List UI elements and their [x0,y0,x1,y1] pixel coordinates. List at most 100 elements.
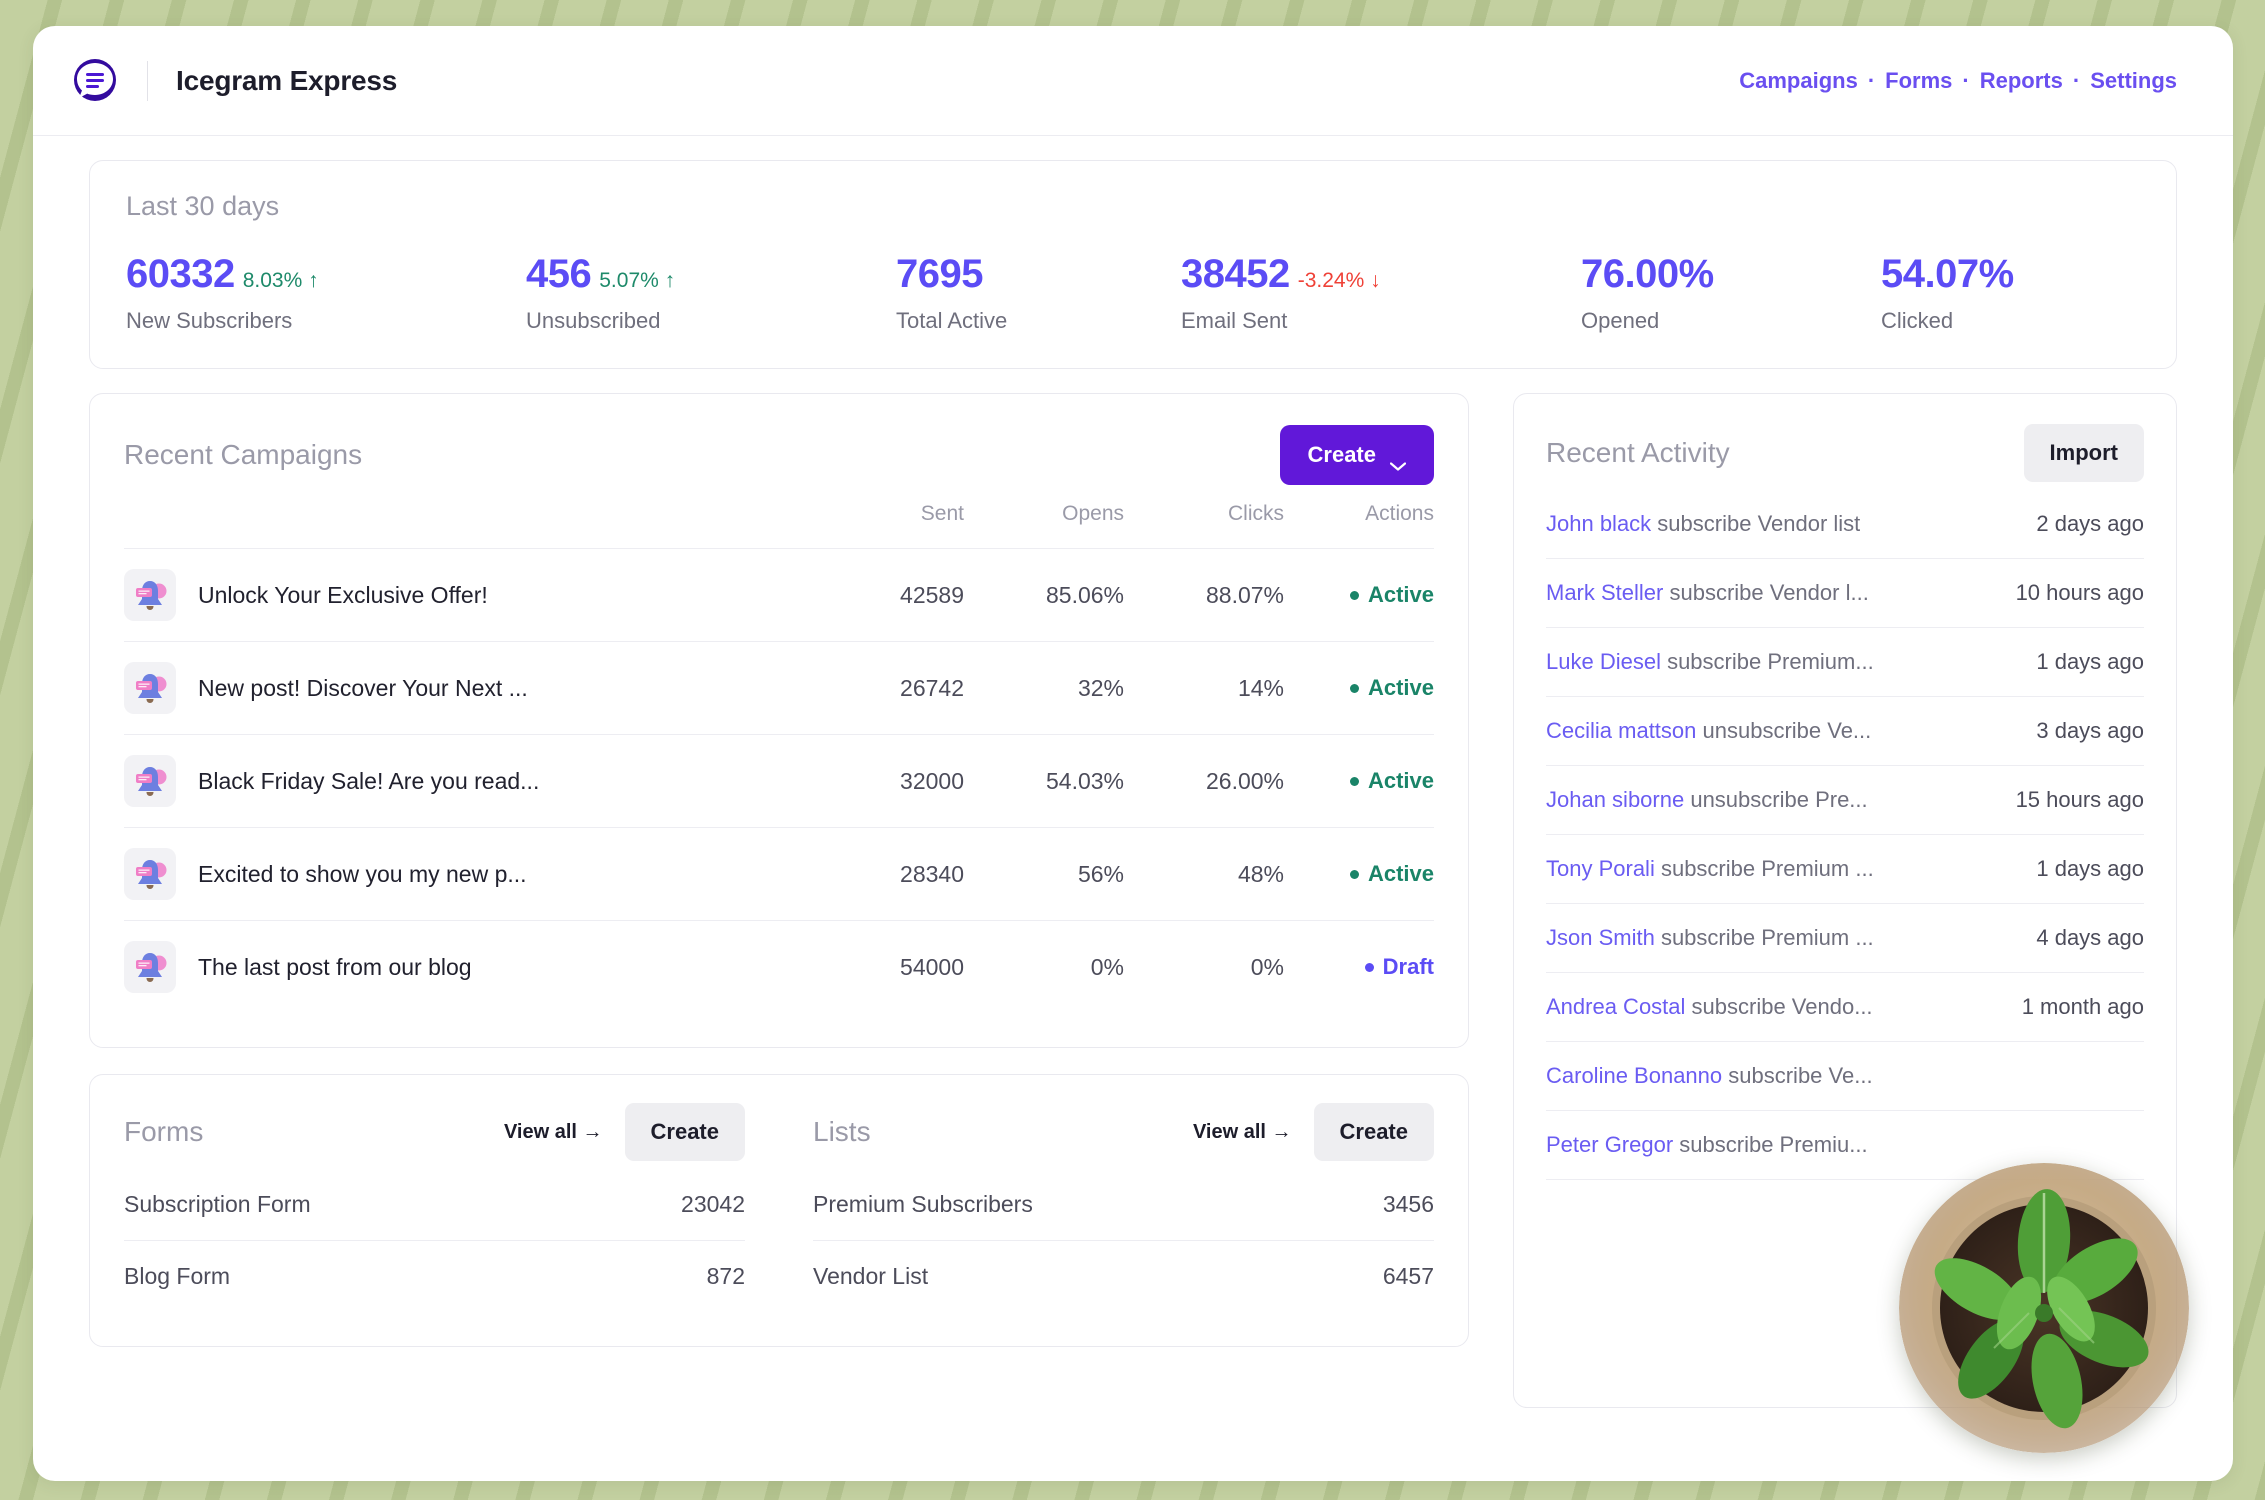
table-row[interactable]: New post! Discover Your Next ... 26742 32%… [124,641,1434,735]
activity-description: Json Smith subscribe Premium ... [1546,925,1874,951]
forms-lists-panel: Forms View all → Create Subscription For… [89,1074,1469,1347]
activity-timestamp: 1 days ago [2036,649,2144,674]
list-item[interactable]: Premium Subscribers 3456 [813,1169,1434,1241]
activity-item[interactable]: Andrea Costal subscribe Vendo... 1 month … [1546,973,2144,1042]
campaign-sent: 54000 [794,920,964,1013]
campaign-name-cell: The last post from our blog [124,920,794,1013]
bell-notification-icon [124,941,176,993]
list-item[interactable]: Vendor List 6457 [813,1241,1434,1312]
arrow-up-icon: ↑ [664,269,676,292]
stat-value: 7695 [896,252,983,296]
stat-value: 456 [526,252,592,296]
activity-action-text: subscribe Premium... [1660,649,1874,674]
status-label: Active [1367,675,1434,700]
list-item[interactable]: Subscription Form 23042 [124,1169,745,1241]
table-row[interactable]: The last post from our blog 54000 0% 0% Draf… [124,920,1434,1013]
status-badge: Active [1349,861,1434,887]
activity-description: Caroline Bonanno subscribe Ve... [1546,1063,1873,1089]
chevron-down-icon [1389,451,1407,471]
activity-action-text: unsubscribe Pre... [1684,787,1868,812]
campaign-clicks: 48% [1124,827,1284,921]
activity-item[interactable]: John black subscribe Vendor list 2 days a… [1546,490,2144,559]
col-header-name [124,488,794,549]
activity-timestamp: 15 hours ago [2015,787,2144,812]
list-item[interactable]: Blog Form 872 [124,1241,745,1312]
list-name: Premium Subscribers [813,1191,1033,1217]
table-row[interactable]: Black Friday Sale! Are you read... 32000 5… [124,734,1434,828]
lists-block: Lists View all → Create Premium Subscrib… [779,1101,1434,1312]
campaigns-header: Recent Campaigns Create [124,422,1434,488]
activity-user-link[interactable]: Mark Steller [1546,580,1663,605]
nav-link-forms[interactable]: Forms [1885,68,1952,94]
activity-user-link[interactable]: Peter Gregor [1546,1132,1673,1157]
activity-action-text: subscribe Premium ... [1654,925,1874,950]
stat-total-active: 7695 Total Active [896,252,1181,334]
activity-description: Andrea Costal subscribe Vendo... [1546,994,1873,1020]
table-row[interactable]: Unlock Your Exclusive Offer! 42589 85.06% 8… [124,548,1434,642]
top-bar: Icegram Express Campaigns · Forms · Repo… [33,26,2233,136]
arrow-up-icon: ↑ [308,269,319,292]
list-count: 6457 [1382,1263,1434,1289]
activity-item[interactable]: Tony Porali subscribe Premium ... 1 days … [1546,835,2144,904]
activity-description: Johan siborne unsubscribe Pre... [1546,787,1868,813]
app-title: Icegram Express [176,64,398,96]
list-name: Vendor List [813,1263,929,1289]
activity-timestamp: 3 days ago [2036,718,2144,743]
form-count: 872 [706,1263,745,1289]
activity-item[interactable]: Johan siborne unsubscribe Pre... 15 hours… [1546,766,2144,835]
activity-user-link[interactable]: Cecilia mattson [1546,718,1696,743]
campaign-actions-cell: Active [1284,827,1434,921]
campaign-name-cell: Unlock Your Exclusive Offer! [124,548,794,642]
recent-campaigns-panel: Recent Campaigns Create Sent Opens Click… [89,393,1469,1048]
campaign-name: Black Friday Sale! Are you read... [198,767,540,794]
activity-user-link[interactable]: Luke Diesel [1546,649,1661,674]
forms-title: Forms [124,1116,204,1147]
activity-item[interactable]: Mark Steller subscribe Vendor l... 10 hou… [1546,559,2144,628]
stats-period-label: Last 30 days [126,191,280,221]
create-form-button[interactable]: Create [624,1103,745,1161]
stat-email-sent: 38452 -3.24% ↓ Email Sent [1181,252,1581,334]
nav-link-reports[interactable]: Reports [1980,68,2063,94]
activity-user-link[interactable]: Andrea Costal [1546,994,1685,1019]
activity-item[interactable]: Cecilia mattson unsubscribe Ve... 3 days … [1546,697,2144,766]
stat-label: Clicked [1881,308,1954,333]
stat-opened: 76.00% Opened [1581,252,1881,334]
campaign-sent: 42589 [794,548,964,642]
page-content: Last 30 days 60332 8.03% ↑ New Subscribe… [33,136,2233,1408]
activity-user-link[interactable]: Tony Porali [1546,856,1655,881]
lists-view-all-link[interactable]: View all → [1193,1121,1292,1144]
activity-user-link[interactable]: Json Smith [1546,925,1655,950]
activity-user-link[interactable]: Johan siborne [1546,787,1684,812]
activity-action-text: subscribe Vendor l... [1663,580,1869,605]
stats-panel: Last 30 days 60332 8.03% ↑ New Subscribe… [89,160,2177,369]
form-count: 23042 [681,1191,745,1217]
nav-link-settings[interactable]: Settings [2090,68,2177,94]
activity-item[interactable]: Caroline Bonanno subscribe Ve... [1546,1042,2144,1111]
stat-label: Email Sent [1181,308,1288,333]
campaign-name: Excited to show you my new p... [198,860,527,887]
create-campaign-button[interactable]: Create [1279,425,1434,485]
create-list-button[interactable]: Create [1313,1103,1434,1161]
activity-item[interactable]: Json Smith subscribe Premium ... 4 days a… [1546,904,2144,973]
forms-view-all-link[interactable]: View all → [504,1121,603,1144]
activity-user-link[interactable]: John black [1546,511,1651,536]
activity-description: Peter Gregor subscribe Premiu... [1546,1132,1868,1158]
forms-header: Forms View all → Create [124,1101,745,1163]
activity-user-link[interactable]: Caroline Bonanno [1546,1063,1722,1088]
status-badge: Active [1349,582,1434,608]
table-header-row: Sent Opens Clicks Actions [124,488,1434,549]
table-row[interactable]: Excited to show you my new p... 28340 56% 4… [124,827,1434,921]
stat-label: Opened [1581,308,1660,333]
campaign-name: The last post from our blog [198,953,472,980]
nav-link-campaigns[interactable]: Campaigns [1739,68,1858,94]
campaign-sent: 26742 [794,641,964,735]
stat-delta: -3.24% ↓ [1297,269,1381,292]
top-nav: Campaigns · Forms · Reports · Settings [1739,68,2177,94]
panel-title: Recent Campaigns [124,439,363,470]
main-columns: Recent Campaigns Create Sent Opens Click… [89,393,2177,1408]
campaign-name-cell: Excited to show you my new p... [124,827,794,921]
import-button[interactable]: Import [2023,424,2144,482]
activity-item[interactable]: Luke Diesel subscribe Premium... 1 days a… [1546,628,2144,697]
bell-notification-icon [124,848,176,900]
forms-block: Forms View all → Create Subscription For… [124,1101,779,1312]
